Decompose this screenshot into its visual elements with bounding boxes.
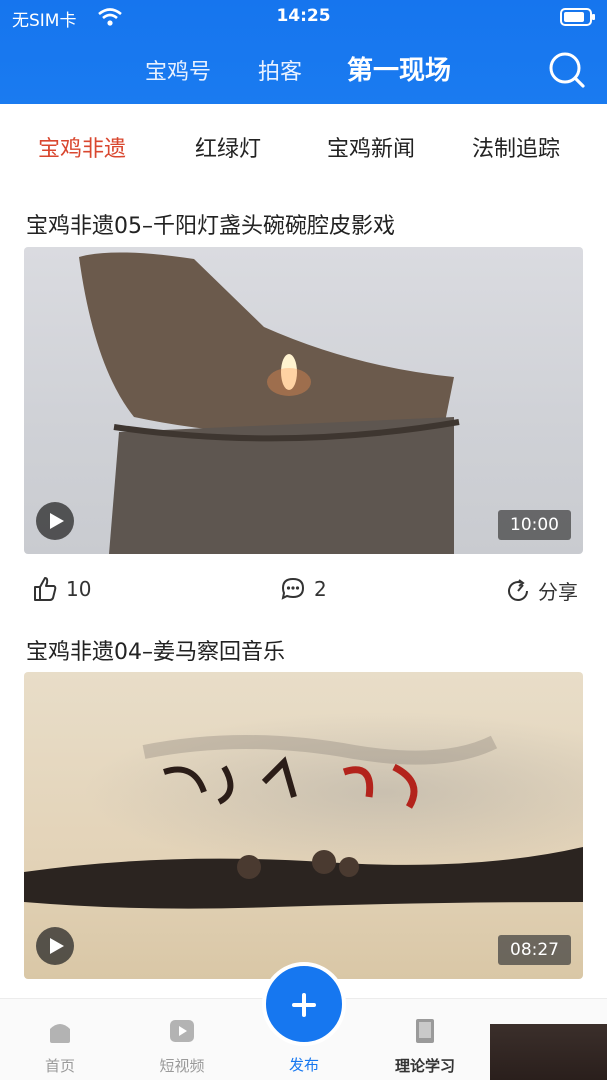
publish-button[interactable] — [262, 962, 346, 1046]
tab-paike[interactable]: 拍客 — [258, 54, 302, 86]
share-label: 分享 — [538, 580, 578, 604]
video-title[interactable]: 宝鸡非遗04–姜马察回音乐 — [26, 634, 285, 666]
like-count: 10 — [66, 577, 92, 601]
play-button[interactable] — [36, 927, 74, 965]
comment-button[interactable]: 2 — [280, 576, 327, 602]
tab-label-publish: 发布 — [288, 1056, 319, 1074]
tab-short-video[interactable]: 短视频 — [137, 1017, 227, 1076]
tab-first-scene[interactable]: 第一现场 — [347, 50, 451, 87]
lamp-illustration — [79, 252, 460, 554]
category-feiyi[interactable]: 宝鸡非遗 — [38, 131, 126, 163]
tab-label-home: 首页 — [44, 1057, 75, 1075]
tab-home[interactable]: 首页 — [15, 1017, 105, 1076]
tab-label-theory: 理论学习 — [394, 1057, 455, 1075]
tab-theory-study[interactable]: 理论学习 — [380, 1017, 470, 1076]
short-video-icon — [170, 1020, 194, 1042]
share-button[interactable]: 分享 — [506, 576, 578, 605]
overlay-thumbnail — [490, 1024, 607, 1080]
home-icon — [50, 1024, 70, 1043]
video-thumbnail[interactable]: 10:00 — [24, 247, 583, 554]
comment-count: 2 — [314, 577, 327, 601]
share-icon — [508, 578, 528, 601]
like-button[interactable]: 10 — [32, 576, 91, 602]
battery-icon — [560, 8, 595, 26]
comment-icon — [281, 577, 305, 600]
video-duration: 10:00 — [498, 510, 571, 540]
video-title[interactable]: 宝鸡非遗05–千阳灯盏头碗碗腔皮影戏 — [26, 208, 395, 240]
play-button[interactable] — [36, 502, 74, 540]
ink-painting-illustration — [24, 735, 583, 909]
top-nav: 宝鸡号 拍客 第一现场 — [0, 50, 607, 90]
app-header: 无SIM卡 14:25 宝鸡号 拍客 第一现场 — [0, 0, 607, 104]
status-bar: 无SIM卡 14:25 — [0, 0, 607, 34]
category-tabs: 宝鸡非遗 红绿灯 宝鸡新闻 法制追踪 — [0, 104, 607, 188]
category-news[interactable]: 宝鸡新闻 — [327, 131, 415, 163]
video-actions: 10 2 分享 — [0, 574, 607, 608]
video-duration: 08:27 — [498, 935, 571, 965]
clock: 14:25 — [276, 6, 331, 26]
thumbs-up-icon — [34, 577, 57, 601]
category-law[interactable]: 法制追踪 — [472, 131, 560, 163]
video-thumbnail[interactable]: 08:27 — [24, 672, 583, 979]
category-traffic[interactable]: 红绿灯 — [195, 131, 261, 163]
tab-baojihao[interactable]: 宝鸡号 — [145, 54, 211, 86]
tab-label-short-video: 短视频 — [159, 1057, 205, 1075]
search-icon[interactable] — [548, 51, 586, 89]
book-icon — [416, 1019, 434, 1043]
